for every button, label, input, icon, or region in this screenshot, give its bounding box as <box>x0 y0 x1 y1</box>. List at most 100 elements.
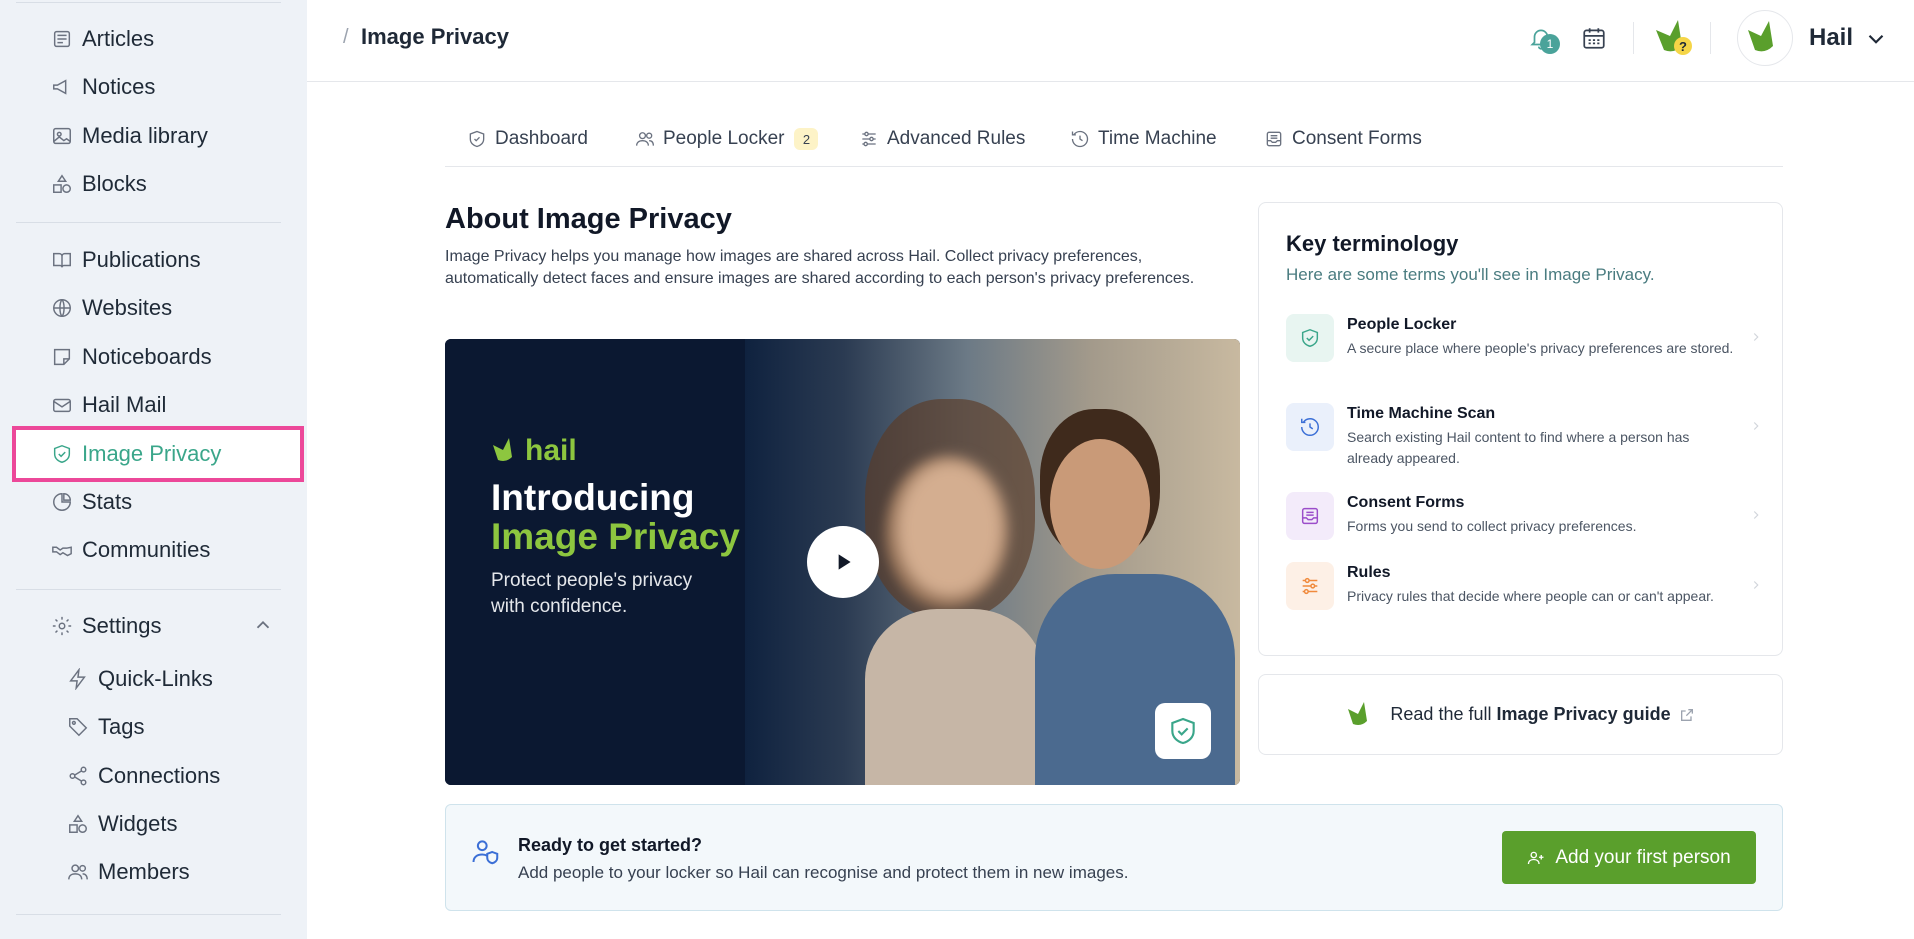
tab-label: Advanced Rules <box>887 128 1026 149</box>
sidebar-item-label: Settings <box>82 613 162 638</box>
add-first-person-button[interactable]: Add your first person <box>1502 831 1756 884</box>
term-description: A secure place where people's privacy pr… <box>1347 340 1734 356</box>
tab-label: Dashboard <box>495 128 588 149</box>
tab-consent-forms[interactable]: Consent Forms <box>1264 128 1422 150</box>
tab-time-machine[interactable]: Time Machine <box>1070 128 1217 150</box>
user-name[interactable]: Hail <box>1809 24 1853 52</box>
term-description: Search existing Hail content to find whe… <box>1347 429 1690 466</box>
video-subtitle: Protect people's privacy with confidence… <box>491 570 693 617</box>
tab-people-locker[interactable]: People Locker 2 <box>635 128 819 150</box>
sidebar-item-publications[interactable]: Publications <box>50 244 201 276</box>
shield-check-icon <box>50 442 74 466</box>
shield-check-icon <box>1286 314 1334 362</box>
top-header: / Image Privacy 1 ? Hail <box>307 0 1914 82</box>
card-title: Key terminology <box>1286 231 1459 256</box>
video-text-panel <box>445 339 745 785</box>
sidebar-item-notices[interactable]: Notices <box>50 71 155 103</box>
shield-badge <box>1155 703 1211 759</box>
sidebar-item-quick-links[interactable]: Quick-Links <box>66 663 213 695</box>
shapes-icon <box>66 812 90 836</box>
sliders-icon <box>1286 562 1334 610</box>
history-icon <box>1286 403 1334 451</box>
sidebar-item-settings[interactable]: Settings <box>50 610 162 642</box>
notification-badge: 1 <box>1540 34 1560 54</box>
term-description: Forms you send to collect privacy prefer… <box>1347 518 1637 534</box>
sidebar-item-label: Stats <box>82 489 133 514</box>
sidebar-item-label: Widgets <box>98 811 178 836</box>
external-link-icon <box>1680 708 1693 721</box>
sidebar-item-label: Connections <box>98 763 221 788</box>
sidebar-item-label: Notices <box>82 74 156 99</box>
sidebar-item-blocks[interactable]: Blocks <box>50 168 147 200</box>
users-icon <box>636 132 654 146</box>
page-title: Image Privacy <box>361 24 509 49</box>
chevron-down-icon[interactable] <box>1863 26 1889 52</box>
tab-label: People Locker <box>663 128 785 149</box>
sidebar-item-widgets[interactable]: Widgets <box>66 808 177 840</box>
sidebar-divider <box>16 222 281 223</box>
breadcrumb-separator: / <box>343 26 349 48</box>
sidebar-item-label: Blocks <box>82 171 147 196</box>
help-icon[interactable]: ? <box>1652 16 1696 60</box>
sidebar-item-hail-mail[interactable]: Hail Mail <box>50 389 166 421</box>
sticky-note-icon <box>50 345 74 369</box>
book-open-icon <box>50 248 74 272</box>
card-subtitle: Here are some terms you'll see in Image … <box>1286 265 1655 284</box>
image-icon <box>50 124 74 148</box>
users-icon <box>66 860 90 884</box>
inbox-icon <box>1266 131 1282 147</box>
tab-bar: Dashboard People Locker 2 Advanced Rules… <box>445 122 1783 167</box>
hail-logo-icon <box>1748 21 1773 52</box>
sidebar-item-articles[interactable]: Articles <box>50 23 154 55</box>
term-people-locker[interactable]: People Locker A secure place where peopl… <box>1286 314 1766 382</box>
chevron-up-icon[interactable] <box>252 614 274 636</box>
key-terminology-card: Key terminology Here are some terms you'… <box>1258 202 1783 656</box>
megaphone-icon <box>50 75 74 99</box>
play-icon <box>838 554 851 570</box>
button-label: Add your first person <box>1555 846 1731 868</box>
shapes-icon <box>50 172 74 196</box>
term-time-machine-scan[interactable]: Time Machine Scan Search existing Hail c… <box>1286 403 1766 471</box>
about-description: Image Privacy helps you manage how image… <box>445 248 1195 287</box>
calendar-icon[interactable] <box>1578 22 1610 54</box>
header-separator <box>1633 22 1634 54</box>
gear-icon <box>50 614 74 638</box>
shirt-shape <box>865 609 1045 785</box>
guide-title: Image Privacy guide <box>1496 704 1671 724</box>
lightning-icon <box>66 667 90 691</box>
sidebar-item-image-privacy[interactable]: Image Privacy <box>50 438 221 470</box>
sidebar-item-tags[interactable]: Tags <box>66 711 144 743</box>
video-headline-accent: Image Privacy <box>491 516 740 557</box>
sidebar-item-label: Tags <box>98 714 145 739</box>
chevron-right-icon <box>1753 422 1759 430</box>
pie-chart-icon <box>50 490 74 514</box>
image-privacy-guide-link[interactable]: Read the full Image Privacy guide <box>1258 674 1783 755</box>
avatar[interactable] <box>1737 10 1793 66</box>
sidebar-item-communities[interactable]: Communities <box>50 534 210 566</box>
svg-text:?: ? <box>1679 39 1687 54</box>
hail-logo-icon <box>1348 701 1368 725</box>
sidebar-divider <box>16 589 281 590</box>
sidebar-item-members[interactable]: Members <box>66 856 190 888</box>
sidebar-item-media-library[interactable]: Media library <box>50 120 208 152</box>
term-rules[interactable]: Rules Privacy rules that decide where pe… <box>1286 562 1766 630</box>
sidebar-item-websites[interactable]: Websites <box>50 292 172 324</box>
intro-video[interactable]: hail Introducing Image Privacy Protect p… <box>445 339 1240 785</box>
get-started-banner: Ready to get started? Add people to your… <box>445 804 1783 911</box>
term-consent-forms[interactable]: Consent Forms Forms you send to collect … <box>1286 492 1766 542</box>
chevron-right-icon <box>1753 581 1759 589</box>
shield-check-icon <box>1171 717 1195 745</box>
tab-label: Consent Forms <box>1292 128 1422 149</box>
tab-advanced-rules[interactable]: Advanced Rules <box>859 128 1025 150</box>
sidebar-item-noticeboards[interactable]: Noticeboards <box>50 341 212 373</box>
user-shield-icon <box>472 840 499 865</box>
sidebar-item-label: Quick-Links <box>98 666 213 691</box>
sidebar-item-connections[interactable]: Connections <box>66 760 220 792</box>
blurred-face <box>895 459 1005 599</box>
play-button[interactable] <box>807 526 879 598</box>
globe-icon <box>50 296 74 320</box>
tab-dashboard[interactable]: Dashboard <box>467 128 588 150</box>
tab-label: Time Machine <box>1098 128 1217 149</box>
sidebar-item-stats[interactable]: Stats <box>50 486 132 518</box>
guide-text: Read the full Image Privacy guide <box>1390 704 1670 725</box>
